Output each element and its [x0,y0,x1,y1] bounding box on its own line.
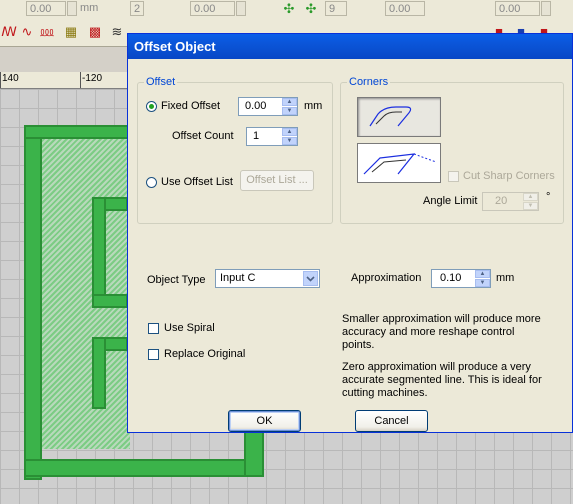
use-spiral-label: Use Spiral [164,322,215,334]
corners-group: Corners Cut Sharp Corners Angle Limit 20 [340,76,564,224]
ruler-label-1: 140 [2,73,19,84]
offset-group-label: Offset [144,76,178,88]
spin-up-icon[interactable]: ▲ [475,270,490,278]
motif-stitch-icon[interactable]: ≋ [108,23,126,41]
grid-stitch-icon[interactable]: ▩ [86,23,104,41]
toolbar-spinner-1[interactable] [67,1,77,16]
top-toolbar: 0.00 mm 2 0.00 ✣ ✣ 9 0.00 0.00 [0,0,573,21]
replace-original-checkbox[interactable] [148,349,159,360]
spin-down-icon[interactable]: ▼ [523,202,538,210]
fixed-offset-unit: mm [304,100,323,112]
toolbar-field-3[interactable]: 0.00 [190,1,235,16]
approximation-info-2: Zero approximation will produce a very a… [342,361,542,399]
corners-group-label: Corners [347,76,391,88]
toolbar-unit-1: mm [80,2,99,14]
offset-list-button[interactable]: Offset List ... [240,170,314,191]
approximation-unit: mm [496,272,515,284]
approximation-info-1: Smaller approximation will produce more … [342,313,541,351]
angle-unit: ° [546,191,551,203]
object-type-select[interactable]: Input C [215,269,320,288]
ruler-label-2: -120 [82,73,103,84]
spin-up-icon[interactable]: ▲ [523,193,538,201]
toolbar-field-6[interactable]: 0.00 [495,1,540,16]
toolbar-spinner-6[interactable] [541,1,551,16]
cancel-button[interactable]: Cancel [355,410,428,432]
embroidery-shape[interactable] [24,125,42,480]
chevron-down-icon[interactable] [303,271,318,286]
fixed-offset-label: Fixed Offset [161,100,221,112]
toolbar-field-5[interactable]: 0.00 [385,1,425,16]
fill-stitch-icon[interactable]: ▦ [62,23,80,41]
object-type-label: Object Type [147,274,206,286]
spin-up-icon[interactable]: ▲ [282,128,297,136]
use-offset-list-radio[interactable] [146,177,157,188]
satin-stitch-icon[interactable]: ⅏ [38,23,56,41]
sharp-corner-button[interactable] [357,143,441,183]
round-corner-button[interactable] [357,97,441,137]
spin-down-icon[interactable]: ▼ [475,279,490,287]
toolbar-field-1[interactable]: 0.00 [26,1,66,16]
dialog-title: Offset Object [134,39,216,54]
distribute-icon[interactable]: ✣ [302,0,320,18]
ok-button[interactable]: OK [228,410,301,432]
toolbar-field-2[interactable]: 2 [130,1,144,16]
use-spiral-checkbox[interactable] [148,323,159,334]
offset-count-input[interactable]: 1 ▲ ▼ [246,127,298,146]
offset-count-label: Offset Count [172,130,234,142]
dialog-titlebar[interactable]: Offset Object [128,34,572,59]
offset-group: Offset Fixed Offset 0.00 ▲ ▼ mm Offset C… [137,76,333,224]
use-offset-list-label: Use Offset List [161,176,233,188]
wave-stitch-icon[interactable]: ∿ [18,23,36,41]
toolbar-spinner-3[interactable] [236,1,246,16]
approximation-label: Approximation [351,272,422,284]
replace-original-label: Replace Original [164,348,246,360]
fixed-offset-input[interactable]: 0.00 ▲ ▼ [238,97,298,116]
angle-limit-label: Angle Limit [423,195,478,207]
toolbar-field-4[interactable]: 9 [325,1,347,16]
align-icon[interactable]: ✣ [280,0,298,18]
cut-sharp-corners-label: Cut Sharp Corners [463,170,555,182]
offset-object-dialog: Offset Object Offset Fixed Offset 0.00 ▲… [127,33,573,433]
sharp-corner-icon [363,153,437,175]
spin-down-icon[interactable]: ▼ [282,107,297,115]
angle-limit-input[interactable]: 20 ▲ ▼ [482,192,539,211]
zigzag-stitch-icon[interactable]: ꟿ [0,23,18,41]
cut-sharp-corners-checkbox[interactable] [448,171,459,182]
spin-up-icon[interactable]: ▲ [282,98,297,106]
round-corner-icon [369,106,412,127]
approximation-input[interactable]: 0.10 ▲ ▼ [431,269,491,288]
spin-down-icon[interactable]: ▼ [282,137,297,145]
fixed-offset-radio[interactable] [146,101,157,112]
